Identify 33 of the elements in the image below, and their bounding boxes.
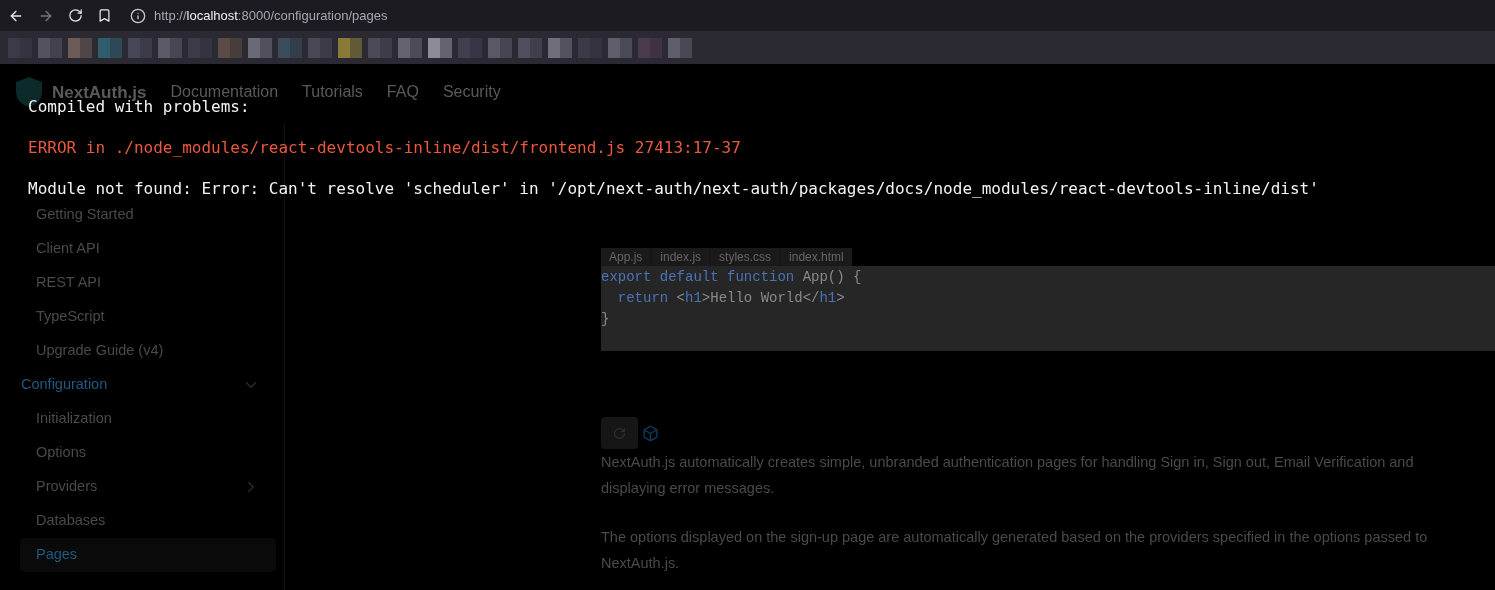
sidebar-item[interactable]: Databases — [20, 504, 276, 538]
nav-link[interactable]: Tutorials — [302, 84, 363, 100]
sidebar-item[interactable]: Providers — [0, 470, 284, 504]
nav-link[interactable]: Documentation — [170, 84, 279, 100]
editor-tab[interactable]: index.html — [781, 248, 852, 266]
error-message: Module not found: Error: Can't resolve 'scheduler' in '/opt/next-auth/next-auth/packages/docs/node_modules/react-devtools-inline/dist' — [28, 181, 1319, 197]
code-line: return <h1>Hello World</h1> — [616, 289, 845, 308]
info-icon[interactable] — [130, 7, 146, 24]
error-location: ERROR in ./node_modules/react-devtools-inline/dist/frontend.js 27413:17-37 — [28, 140, 741, 156]
brand-name: NextAuth.js — [52, 83, 147, 101]
nav-link[interactable]: FAQ — [386, 84, 419, 100]
nav-link[interactable]: Security — [442, 84, 501, 100]
paragraph: The options displayed on the sign-up page are automatically generated based on the providers specified in the options passed to NextAuth.js. — [601, 528, 1429, 573]
editor-tab[interactable]: index.js — [652, 248, 710, 266]
editor-tab[interactable]: App.js — [601, 248, 651, 266]
reload-icon[interactable] — [68, 8, 83, 23]
code-line: export default function App() { — [601, 268, 862, 287]
sidebar-item[interactable]: Getting Started — [20, 198, 276, 232]
bookmark-icon[interactable] — [97, 8, 112, 23]
paragraph: NextAuth.js automatically creates simple, unbranded authentication pages for handling Sign in, Sign out, Email Verification and displaying error messages. — [601, 453, 1415, 498]
url-text: http://localhost:8000/configuration/pages — [154, 6, 388, 25]
sidebar-item[interactable]: Initialization — [20, 402, 276, 436]
overlay-title: Compiled with problems: — [28, 99, 250, 115]
sidebar-item[interactable]: REST API — [20, 266, 276, 300]
sidebar-item[interactable]: Client API — [20, 232, 276, 266]
code-line: } — [601, 310, 610, 329]
refresh-icon — [613, 426, 626, 440]
sidebar-item[interactable]: Options — [20, 436, 276, 470]
sidebar-item[interactable]: Upgrade Guide (v4) — [20, 334, 276, 368]
sidebar-item[interactable]: TypeScript — [20, 300, 276, 334]
sidebar-section[interactable]: Configuration — [0, 368, 284, 402]
editor-tab[interactable]: styles.css — [711, 248, 780, 266]
sidebar-item[interactable]: Pages — [20, 538, 276, 572]
